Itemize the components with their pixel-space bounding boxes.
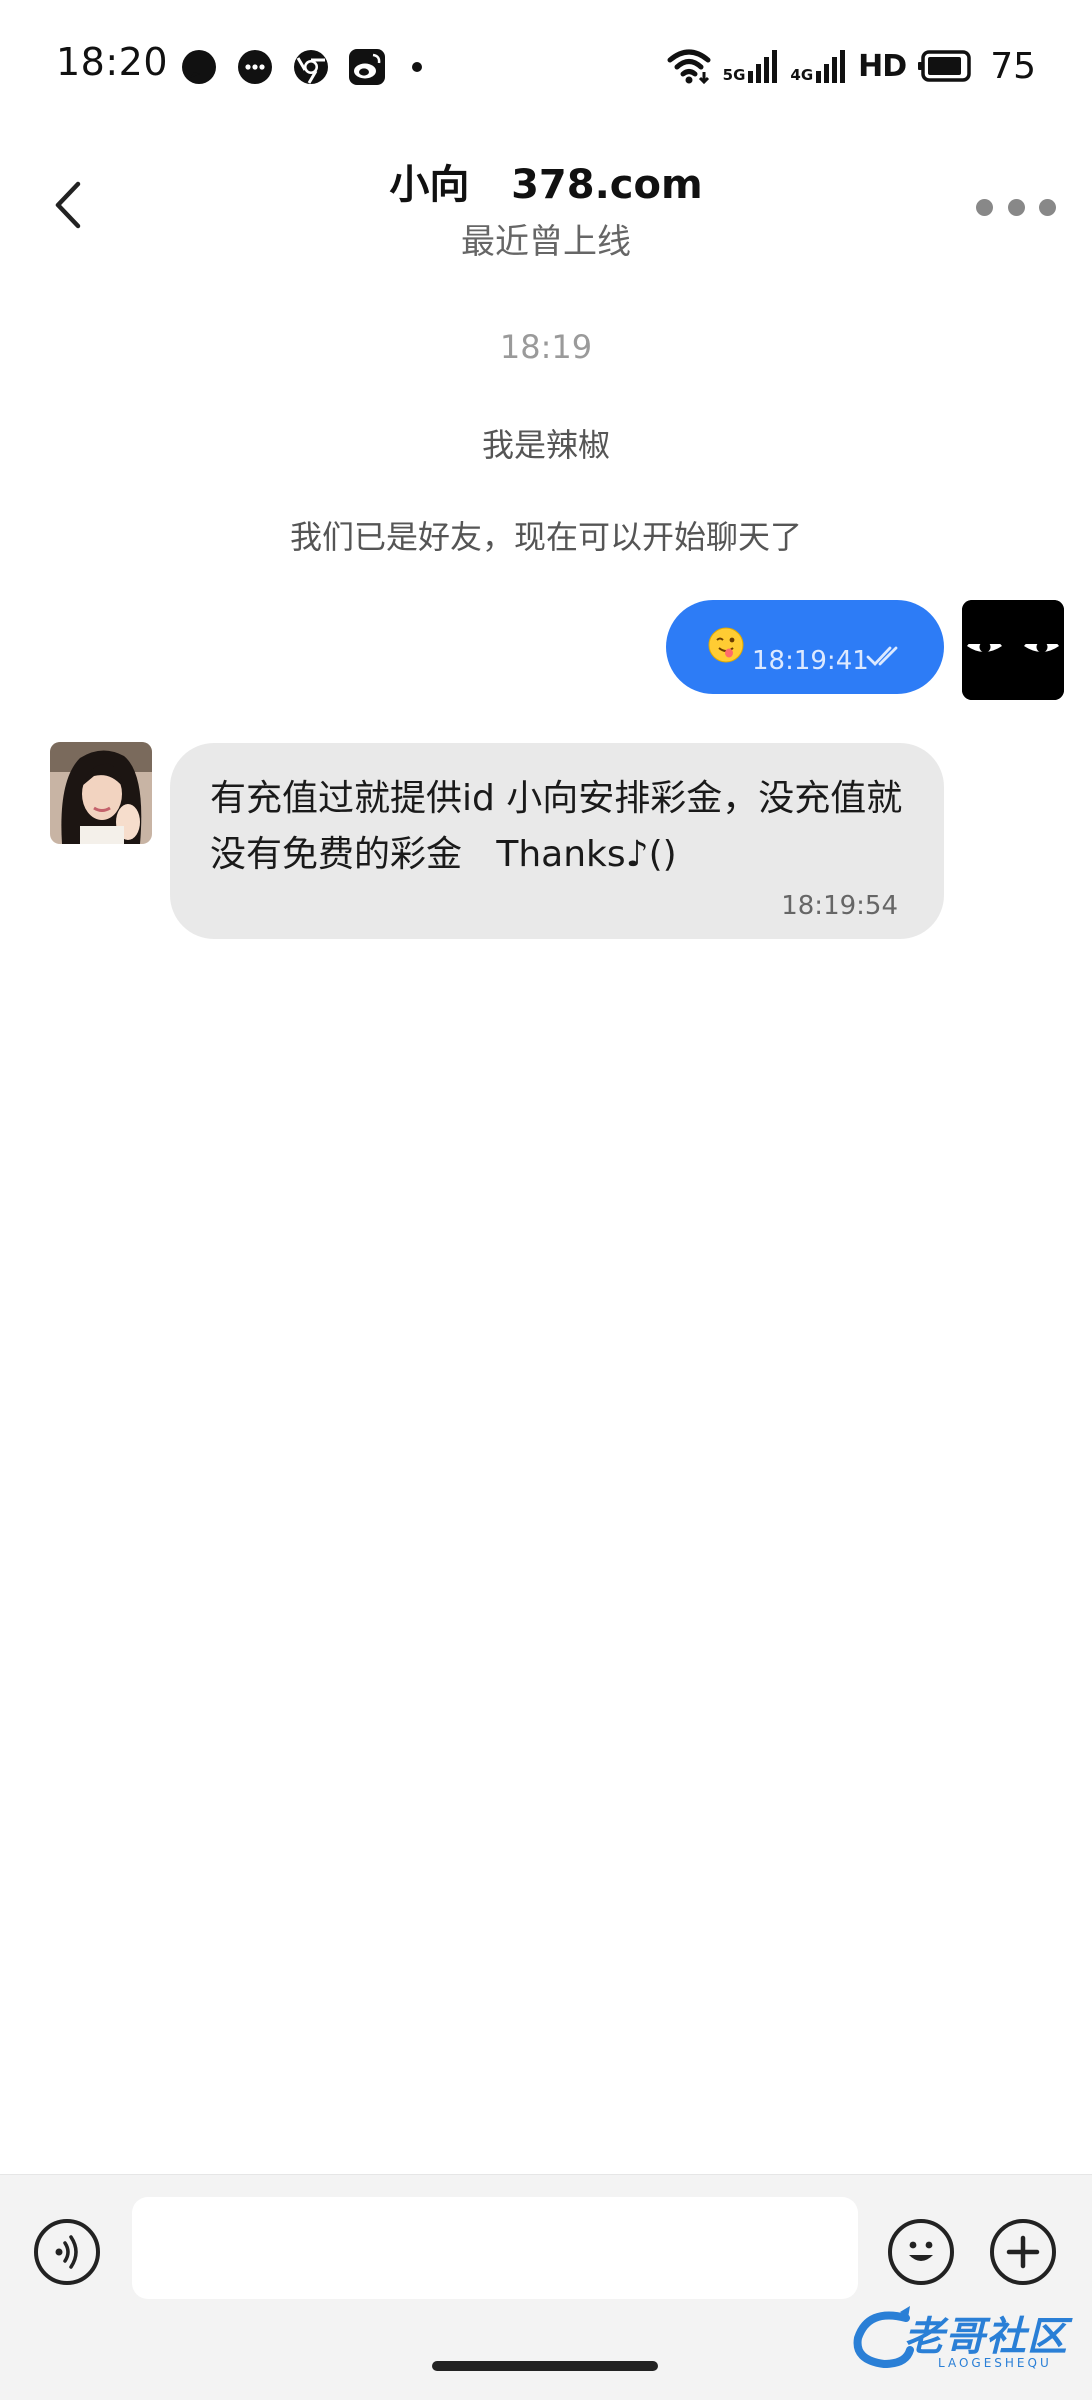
more-notifications-dot [412, 62, 422, 72]
outgoing-time: 18:19:41 [752, 646, 869, 676]
incoming-message-text: 有充值过就提供id 小向安排彩金，没充值就没有免费的彩金 Thanks♪() [210, 778, 903, 875]
chat-app-icon [182, 50, 216, 84]
system-indicators: 5G 4G HD 75 [667, 44, 1036, 88]
status-time: 18:20 [56, 40, 169, 84]
more-options-button[interactable] [976, 192, 1056, 222]
signal-bars-icon [748, 50, 778, 83]
chat-header: 小向 378.com 最近曾上线 [0, 130, 1092, 280]
more-dot-icon [1039, 198, 1056, 216]
chat-screen: 18:20 5G 4G HD 75 小向 378.com 最近曾上线 18:19… [0, 0, 1092, 2400]
outgoing-message-bubble[interactable]: 18:19:41 [666, 600, 944, 694]
status-bar: 18:20 5G 4G HD 75 [0, 0, 1092, 130]
contact-name[interactable]: 小向 378.com [0, 152, 1092, 210]
smiley-icon [909, 2241, 933, 2261]
net-5g-label: 5G [722, 66, 746, 84]
hd-indicator: HD [858, 48, 907, 84]
chrome-icon [294, 50, 328, 84]
incoming-time: 18:19:54 [781, 891, 898, 921]
more-dot-icon [1007, 198, 1025, 216]
battery-icon [918, 50, 971, 82]
watermark-logo: 老哥社区 LAOGESHEQU [848, 2300, 1078, 2380]
plus-icon [1006, 2235, 1040, 2269]
more-dot-icon [976, 198, 993, 216]
emoji-button[interactable] [888, 2219, 954, 2285]
signal-bars-icon [816, 50, 846, 83]
eyes-avatar-icon [962, 600, 1064, 700]
notification-icons [180, 48, 422, 86]
signal-4g: 4G [790, 49, 846, 83]
contact-avatar[interactable] [50, 742, 152, 844]
double-check-icon [866, 646, 898, 667]
wifi-icon [667, 49, 711, 85]
voice-wave-icon [55, 2235, 78, 2269]
system-timestamp: 18:19 [499, 328, 593, 366]
watermark-subtext: LAOGESHEQU [938, 2356, 1052, 2370]
my-avatar[interactable] [962, 600, 1064, 700]
net-4g-label: 4G [790, 66, 814, 84]
system-message: 我是辣椒 [481, 426, 610, 464]
battery-level: 75 [990, 45, 1036, 87]
home-indicator[interactable] [432, 2361, 658, 2371]
system-message: 我们已是好友，现在可以开始聊天了 [289, 518, 802, 556]
contact-status: 最近曾上线 [461, 222, 631, 262]
voice-button[interactable] [34, 2219, 100, 2285]
message-input[interactable] [132, 2197, 858, 2299]
weibo-icon [349, 49, 385, 85]
woman-portrait-avatar [50, 742, 152, 844]
watermark-text: 老哥社区 [904, 2314, 1068, 2360]
signal-5g: 5G [723, 49, 779, 83]
incoming-message-bubble[interactable]: 有充值过就提供id 小向安排彩金，没充值就没有免费的彩金 Thanks♪() 1… [170, 743, 944, 939]
more-actions-button[interactable] [990, 2219, 1056, 2285]
tongue-wink-emoji-icon [708, 627, 744, 663]
message-icon [238, 50, 272, 84]
